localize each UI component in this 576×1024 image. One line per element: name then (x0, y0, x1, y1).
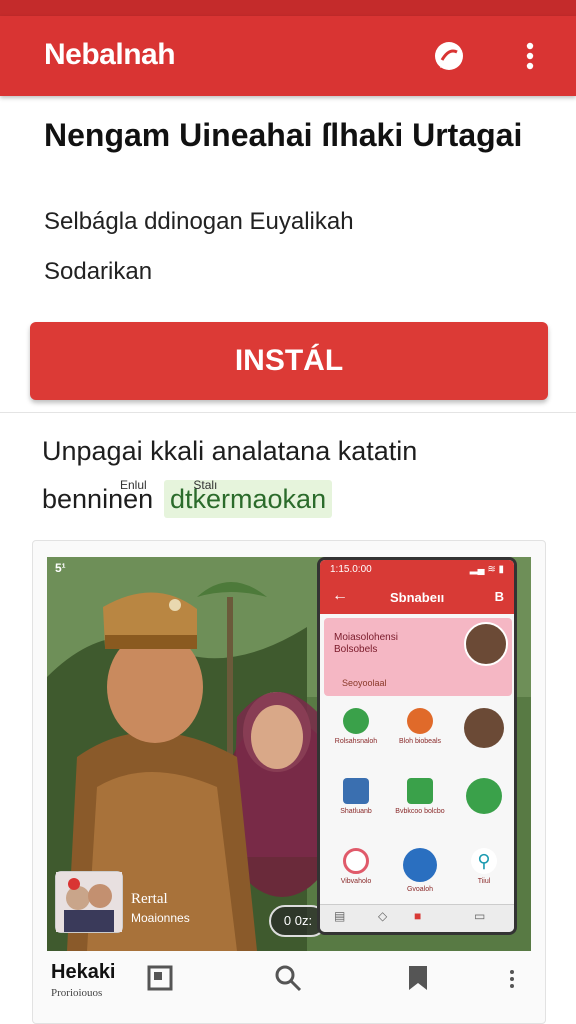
apps-icon (407, 708, 433, 734)
app-headline: Nengam Uineahai ſlhaki Urtagai (44, 117, 523, 153)
developer-name[interactable]: Selbágla ddinogan Euyalikah (44, 208, 354, 236)
compass-icon (403, 848, 437, 882)
corner-tag: 5¹ (55, 561, 66, 575)
phone-grid-label: Gvoaloh (406, 886, 434, 893)
gallery-icon[interactable] (145, 963, 175, 993)
phone-grid-item[interactable]: Bloh biobeals (390, 708, 450, 745)
phone-grid-label: Bvbkcoo bolcbo (395, 808, 445, 815)
phone-grid-label: Vibvaholo (340, 878, 372, 885)
phone-nav-item[interactable]: ▤ (334, 909, 345, 923)
phone-grid-item[interactable]: Shatluanb (326, 778, 386, 815)
description-line-1: Unpagai kkali analatana katatin (42, 436, 418, 466)
phone-title: Sbnabeıı (390, 590, 445, 605)
mini-avatar-card[interactable] (55, 871, 123, 933)
screenshot-photo[interactable]: 5¹ Rertal Moaionnes 0 0z: 1:15.0:00 ▂▄ ≋… (47, 557, 531, 951)
phone-grid-item[interactable]: Bvbkcoo bolcbo (390, 778, 450, 815)
app-title: Nebalnah (44, 38, 176, 71)
phone-nav-item[interactable]: ■ (414, 909, 421, 923)
mini-name: Rertal (131, 891, 168, 907)
app-category: Sodarikan (44, 258, 153, 285)
cut-off-footer-text: Enlul Stalı (120, 478, 218, 492)
screenshot-card[interactable]: 5¹ Rertal Moaionnes 0 0z: 1:15.0:00 ▂▄ ≋… (32, 540, 546, 1024)
phone-grid-label: Bloh biobeals (398, 738, 442, 745)
phone-nav-item[interactable]: ▭ (474, 909, 485, 923)
phone-banner-text: Moiasolohensi Bolsobels (334, 632, 398, 655)
phone-mockup: 1:15.0:00 ▂▄ ≋ ▮ ← Sbnabeıı B Moiasolohe… (317, 557, 517, 935)
more-vert-icon[interactable] (516, 38, 544, 76)
phone-grid-item[interactable]: Gvoaloh (390, 848, 450, 893)
phone-app-bar: ← Sbnabeıı B (320, 580, 514, 614)
phone-icon (466, 778, 502, 814)
bottom-title: Hekaki (51, 961, 116, 983)
mini-sub: Moaionnes (131, 911, 190, 925)
avatar (464, 708, 504, 748)
phone-grid-item[interactable] (454, 708, 514, 752)
divider (0, 412, 576, 413)
book-icon (343, 778, 369, 804)
chat-icon (407, 778, 433, 804)
bookmark-icon[interactable] (403, 963, 433, 993)
install-button[interactable]: INSTÁL (30, 322, 548, 400)
status-strip (0, 0, 576, 16)
phone-banner-sub: Seoyoolaal (342, 678, 387, 688)
phone-grid-item[interactable] (454, 778, 514, 818)
avatar (464, 622, 508, 666)
phone-menu[interactable]: B (495, 589, 504, 604)
phone-grid-item[interactable]: ⚲ Tiiul (454, 848, 514, 885)
search-icon (343, 708, 369, 734)
music-icon (343, 848, 369, 874)
phone-grid-label: Tiiul (477, 878, 491, 885)
app-bar: Nebalnah (0, 16, 576, 96)
screenshot-bottom-bar: Hekaki Prorioiouos (47, 955, 531, 1011)
phone-grid-label: Rolsahsnaloh (334, 738, 378, 745)
phone-grid-item[interactable]: Rolsahsnaloh (326, 708, 386, 745)
bottom-subtitle: Prorioiouos (51, 987, 103, 999)
phone-nav-item[interactable]: ◇ (378, 909, 387, 923)
phone-grid-label: Shatluanb (340, 808, 372, 815)
phone-bottom-nav: ▤ ◇ ■ ▭ (320, 904, 514, 932)
search-icon[interactable] (273, 963, 303, 993)
arrow-back-icon[interactable]: ← (332, 587, 348, 605)
phone-status-icons: ▂▄ ≋ ▮ (469, 564, 504, 575)
phone-grid-item[interactable]: Vibvaholo (326, 848, 386, 885)
more-vert-icon[interactable] (497, 963, 527, 993)
chat-bubble-icon[interactable] (430, 38, 468, 76)
tool-icon: ⚲ (471, 848, 497, 874)
